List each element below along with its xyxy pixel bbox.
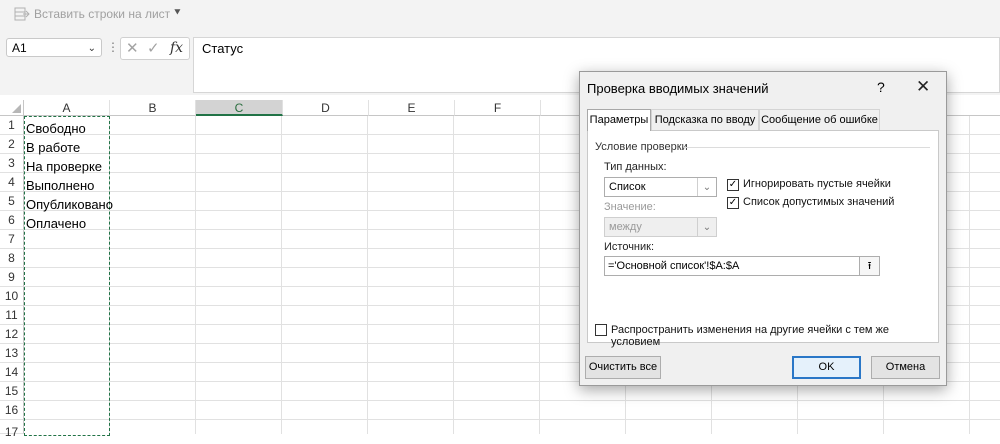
row-header[interactable]: 1 bbox=[0, 116, 24, 135]
column-header-b[interactable]: B bbox=[110, 100, 196, 116]
row-header[interactable]: 16 bbox=[0, 401, 24, 420]
row-header[interactable]: 3 bbox=[0, 154, 24, 173]
column-header-f[interactable]: F bbox=[455, 100, 541, 116]
value-value: между bbox=[609, 221, 642, 233]
enter-icon[interactable]: ✓ bbox=[147, 39, 160, 57]
close-icon[interactable]: ✕ bbox=[916, 77, 930, 97]
tab-input-message[interactable]: Подсказка по вводу bbox=[651, 109, 759, 130]
cell-a5[interactable]: Опубликовано bbox=[26, 194, 113, 213]
select-all-corner[interactable] bbox=[0, 100, 24, 116]
data-type-value: Список bbox=[609, 181, 646, 193]
chevron-down-icon[interactable]: ⯆ bbox=[173, 7, 182, 20]
row-header[interactable]: 4 bbox=[0, 173, 24, 192]
row-header[interactable]: 12 bbox=[0, 325, 24, 344]
insert-function-icon[interactable]: fx bbox=[170, 40, 183, 56]
cell-a3[interactable]: На проверке bbox=[26, 156, 102, 175]
name-box[interactable]: A1 ⌄ bbox=[6, 38, 102, 57]
value-label: Значение: bbox=[604, 201, 656, 213]
insert-rows-label: Вставить строки на лист bbox=[34, 7, 171, 21]
chevron-down-icon: ⌄ bbox=[697, 218, 716, 236]
row-header[interactable]: 2 bbox=[0, 135, 24, 154]
source-value: ='Основной список'!$A:$A bbox=[608, 260, 740, 272]
collapse-dialog-icon[interactable]: ⭱ bbox=[859, 257, 879, 275]
name-box-value: A1 bbox=[12, 41, 27, 55]
tab-error-alert[interactable]: Сообщение об ошибке bbox=[759, 109, 880, 130]
formula-text: Статус bbox=[202, 41, 244, 56]
cancel-icon[interactable]: ✕ bbox=[126, 39, 139, 57]
row-header[interactable]: 5 bbox=[0, 192, 24, 211]
value-select: между ⌄ bbox=[604, 217, 717, 237]
apply-all-label: Распространить изменения на другие ячейк… bbox=[611, 324, 890, 348]
group-divider bbox=[684, 147, 930, 148]
apply-all-checkbox[interactable] bbox=[595, 324, 607, 336]
cell-a6[interactable]: Оплачено bbox=[26, 213, 86, 232]
tab-settings[interactable]: Параметры bbox=[587, 109, 651, 131]
row-header[interactable]: 7 bbox=[0, 230, 24, 249]
source-input[interactable]: ='Основной список'!$A:$A ⭱ bbox=[604, 256, 880, 276]
column-header-a[interactable]: A bbox=[24, 100, 110, 116]
ignore-blank-label: Игнорировать пустые ячейки bbox=[743, 178, 891, 190]
row-header[interactable]: 14 bbox=[0, 363, 24, 382]
row-header[interactable]: 17 bbox=[0, 420, 24, 439]
chevron-down-icon[interactable]: ⌄ bbox=[697, 178, 716, 196]
cell-a1[interactable]: Свободно bbox=[26, 118, 86, 137]
group-label: Условие проверки bbox=[595, 141, 688, 153]
row-header[interactable]: 6 bbox=[0, 211, 24, 230]
row-header[interactable]: 15 bbox=[0, 382, 24, 401]
dialog-title: Проверка вводимых значений bbox=[587, 81, 769, 96]
row-header[interactable]: 13 bbox=[0, 344, 24, 363]
cell-a4[interactable]: Выполнено bbox=[26, 175, 94, 194]
in-cell-dropdown-checkbox[interactable]: ✓ bbox=[727, 197, 739, 209]
row-header[interactable]: 9 bbox=[0, 268, 24, 287]
column-header-d[interactable]: D bbox=[283, 100, 369, 116]
ignore-blank-checkbox[interactable]: ✓ bbox=[727, 179, 739, 191]
ribbon: Вставить строки на лист ⯆ bbox=[0, 0, 1000, 30]
cancel-button[interactable]: Отмена bbox=[871, 356, 940, 379]
formula-buttons: ✕ ✓ fx bbox=[120, 37, 190, 60]
column-header-c[interactable]: C bbox=[196, 100, 283, 116]
column-header-e[interactable]: E bbox=[369, 100, 455, 116]
data-validation-dialog: Проверка вводимых значений ? ✕ Параметры… bbox=[579, 71, 947, 386]
row-header[interactable]: 8 bbox=[0, 249, 24, 268]
insert-rows-button[interactable]: Вставить строки на лист bbox=[14, 7, 170, 21]
row-header[interactable]: 10 bbox=[0, 287, 24, 306]
clear-all-button[interactable]: Очистить все bbox=[585, 356, 661, 379]
data-type-label: Тип данных: bbox=[604, 161, 667, 173]
insert-rows-icon bbox=[14, 7, 30, 21]
chevron-down-icon[interactable]: ⌄ bbox=[88, 39, 96, 58]
source-label: Источник: bbox=[604, 241, 655, 253]
row-header[interactable]: 11 bbox=[0, 306, 24, 325]
in-cell-dropdown-label: Список допустимых значений bbox=[743, 196, 895, 208]
ok-button[interactable]: OK bbox=[792, 356, 861, 379]
more-options-icon[interactable]: ⋮ bbox=[107, 40, 119, 54]
help-icon[interactable]: ? bbox=[877, 79, 885, 95]
cell-a2[interactable]: В работе bbox=[26, 137, 80, 156]
data-type-select[interactable]: Список ⌄ bbox=[604, 177, 717, 197]
settings-panel: Условие проверки Тип данных: Список ⌄ Зн… bbox=[587, 130, 939, 348]
